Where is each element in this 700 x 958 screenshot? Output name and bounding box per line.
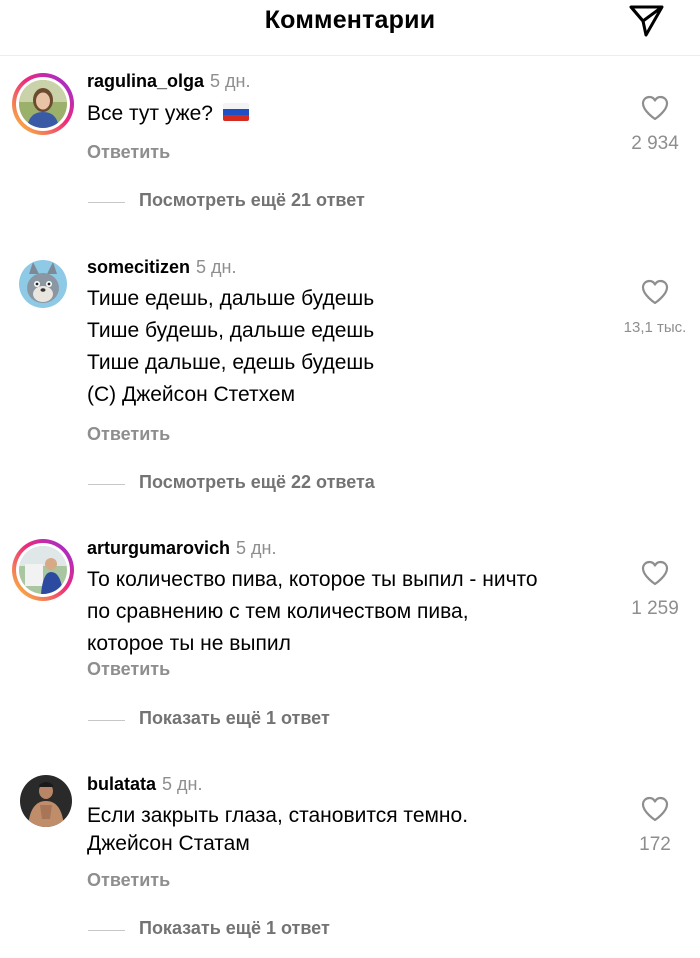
replies-divider xyxy=(88,484,125,485)
like-count: 172 xyxy=(639,834,671,855)
comment-meta: arturgumarovich 5 дн. xyxy=(87,538,277,559)
heart-icon[interactable] xyxy=(641,279,669,305)
heart-icon[interactable] xyxy=(641,95,669,121)
comment-username[interactable]: bulatata xyxy=(87,774,156,794)
comment-meta: somecitizen 5 дн. xyxy=(87,257,237,278)
comment-line: по сравнению с тем количеством пива, xyxy=(87,600,469,623)
comment-line: Тише дальше, едешь будешь xyxy=(87,351,375,374)
comment-line: Джейсон Статам xyxy=(87,832,250,855)
comment-meta: bulatata 5 дн. xyxy=(87,774,202,795)
like-count: 13,1 тыс. xyxy=(623,319,687,336)
avatar[interactable] xyxy=(12,539,74,601)
view-replies-label: Показать ещё 1 ответ xyxy=(139,708,330,728)
avatar[interactable] xyxy=(12,767,74,829)
like-group: 2 934 xyxy=(600,95,700,155)
avatar[interactable] xyxy=(12,253,74,315)
comment-username[interactable]: arturgumarovich xyxy=(87,538,230,558)
comment-text: То количество пива, которое ты выпил - н… xyxy=(87,564,538,660)
page-title: Комментарии xyxy=(264,6,436,34)
view-replies-label: Показать ещё 1 ответ xyxy=(139,918,330,938)
comment-line: Тише будешь, дальше едешь xyxy=(87,319,375,342)
paper-plane-icon[interactable] xyxy=(626,2,666,38)
view-replies-label: Посмотреть ещё 22 ответа xyxy=(139,472,375,492)
comment-text: Если закрыть глаза, становится темно. Дж… xyxy=(87,800,468,860)
comment-text: Все тут уже? xyxy=(87,98,249,130)
russia-flag-emoji xyxy=(222,103,249,121)
reply-button[interactable]: Ответить xyxy=(87,659,170,680)
heart-icon[interactable] xyxy=(641,560,669,586)
view-replies-label: Посмотреть ещё 21 ответ xyxy=(139,190,365,210)
comment-line: Тише едешь, дальше будешь xyxy=(87,287,375,310)
reply-button[interactable]: Ответить xyxy=(87,424,170,445)
heart-icon[interactable] xyxy=(641,796,669,822)
replies-divider xyxy=(88,202,125,203)
replies-divider xyxy=(88,930,125,931)
comment-time: 5 дн. xyxy=(236,538,277,558)
replies-divider xyxy=(88,720,125,721)
comment-time: 5 дн. xyxy=(196,257,237,277)
comment-text: Тише едешь, дальше будешь Тише будешь, д… xyxy=(87,283,374,411)
comment-line: То количество пива, которое ты выпил - н… xyxy=(87,568,538,591)
comment-line: (C) Джейсон Стетхем xyxy=(87,383,296,406)
like-group: 13,1 тыс. xyxy=(600,279,700,336)
like-group: 172 xyxy=(600,796,700,856)
comment-username[interactable]: somecitizen xyxy=(87,257,190,277)
comment-line: Все тут уже? xyxy=(87,102,213,125)
comment-username[interactable]: ragulina_olga xyxy=(87,71,204,91)
like-group: 1 259 xyxy=(600,560,700,620)
avatar[interactable] xyxy=(12,73,74,135)
reply-button[interactable]: Ответить xyxy=(87,142,170,163)
like-count: 1 259 xyxy=(631,598,679,619)
comments-header: Комментарии xyxy=(0,0,700,56)
reply-button[interactable]: Ответить xyxy=(87,870,170,891)
comment-time: 5 дн. xyxy=(162,774,203,794)
comment-time: 5 дн. xyxy=(210,71,251,91)
comment-line: которое ты не выпил xyxy=(87,632,291,655)
like-count: 2 934 xyxy=(631,133,679,154)
comment-meta: ragulina_olga 5 дн. xyxy=(87,71,251,92)
